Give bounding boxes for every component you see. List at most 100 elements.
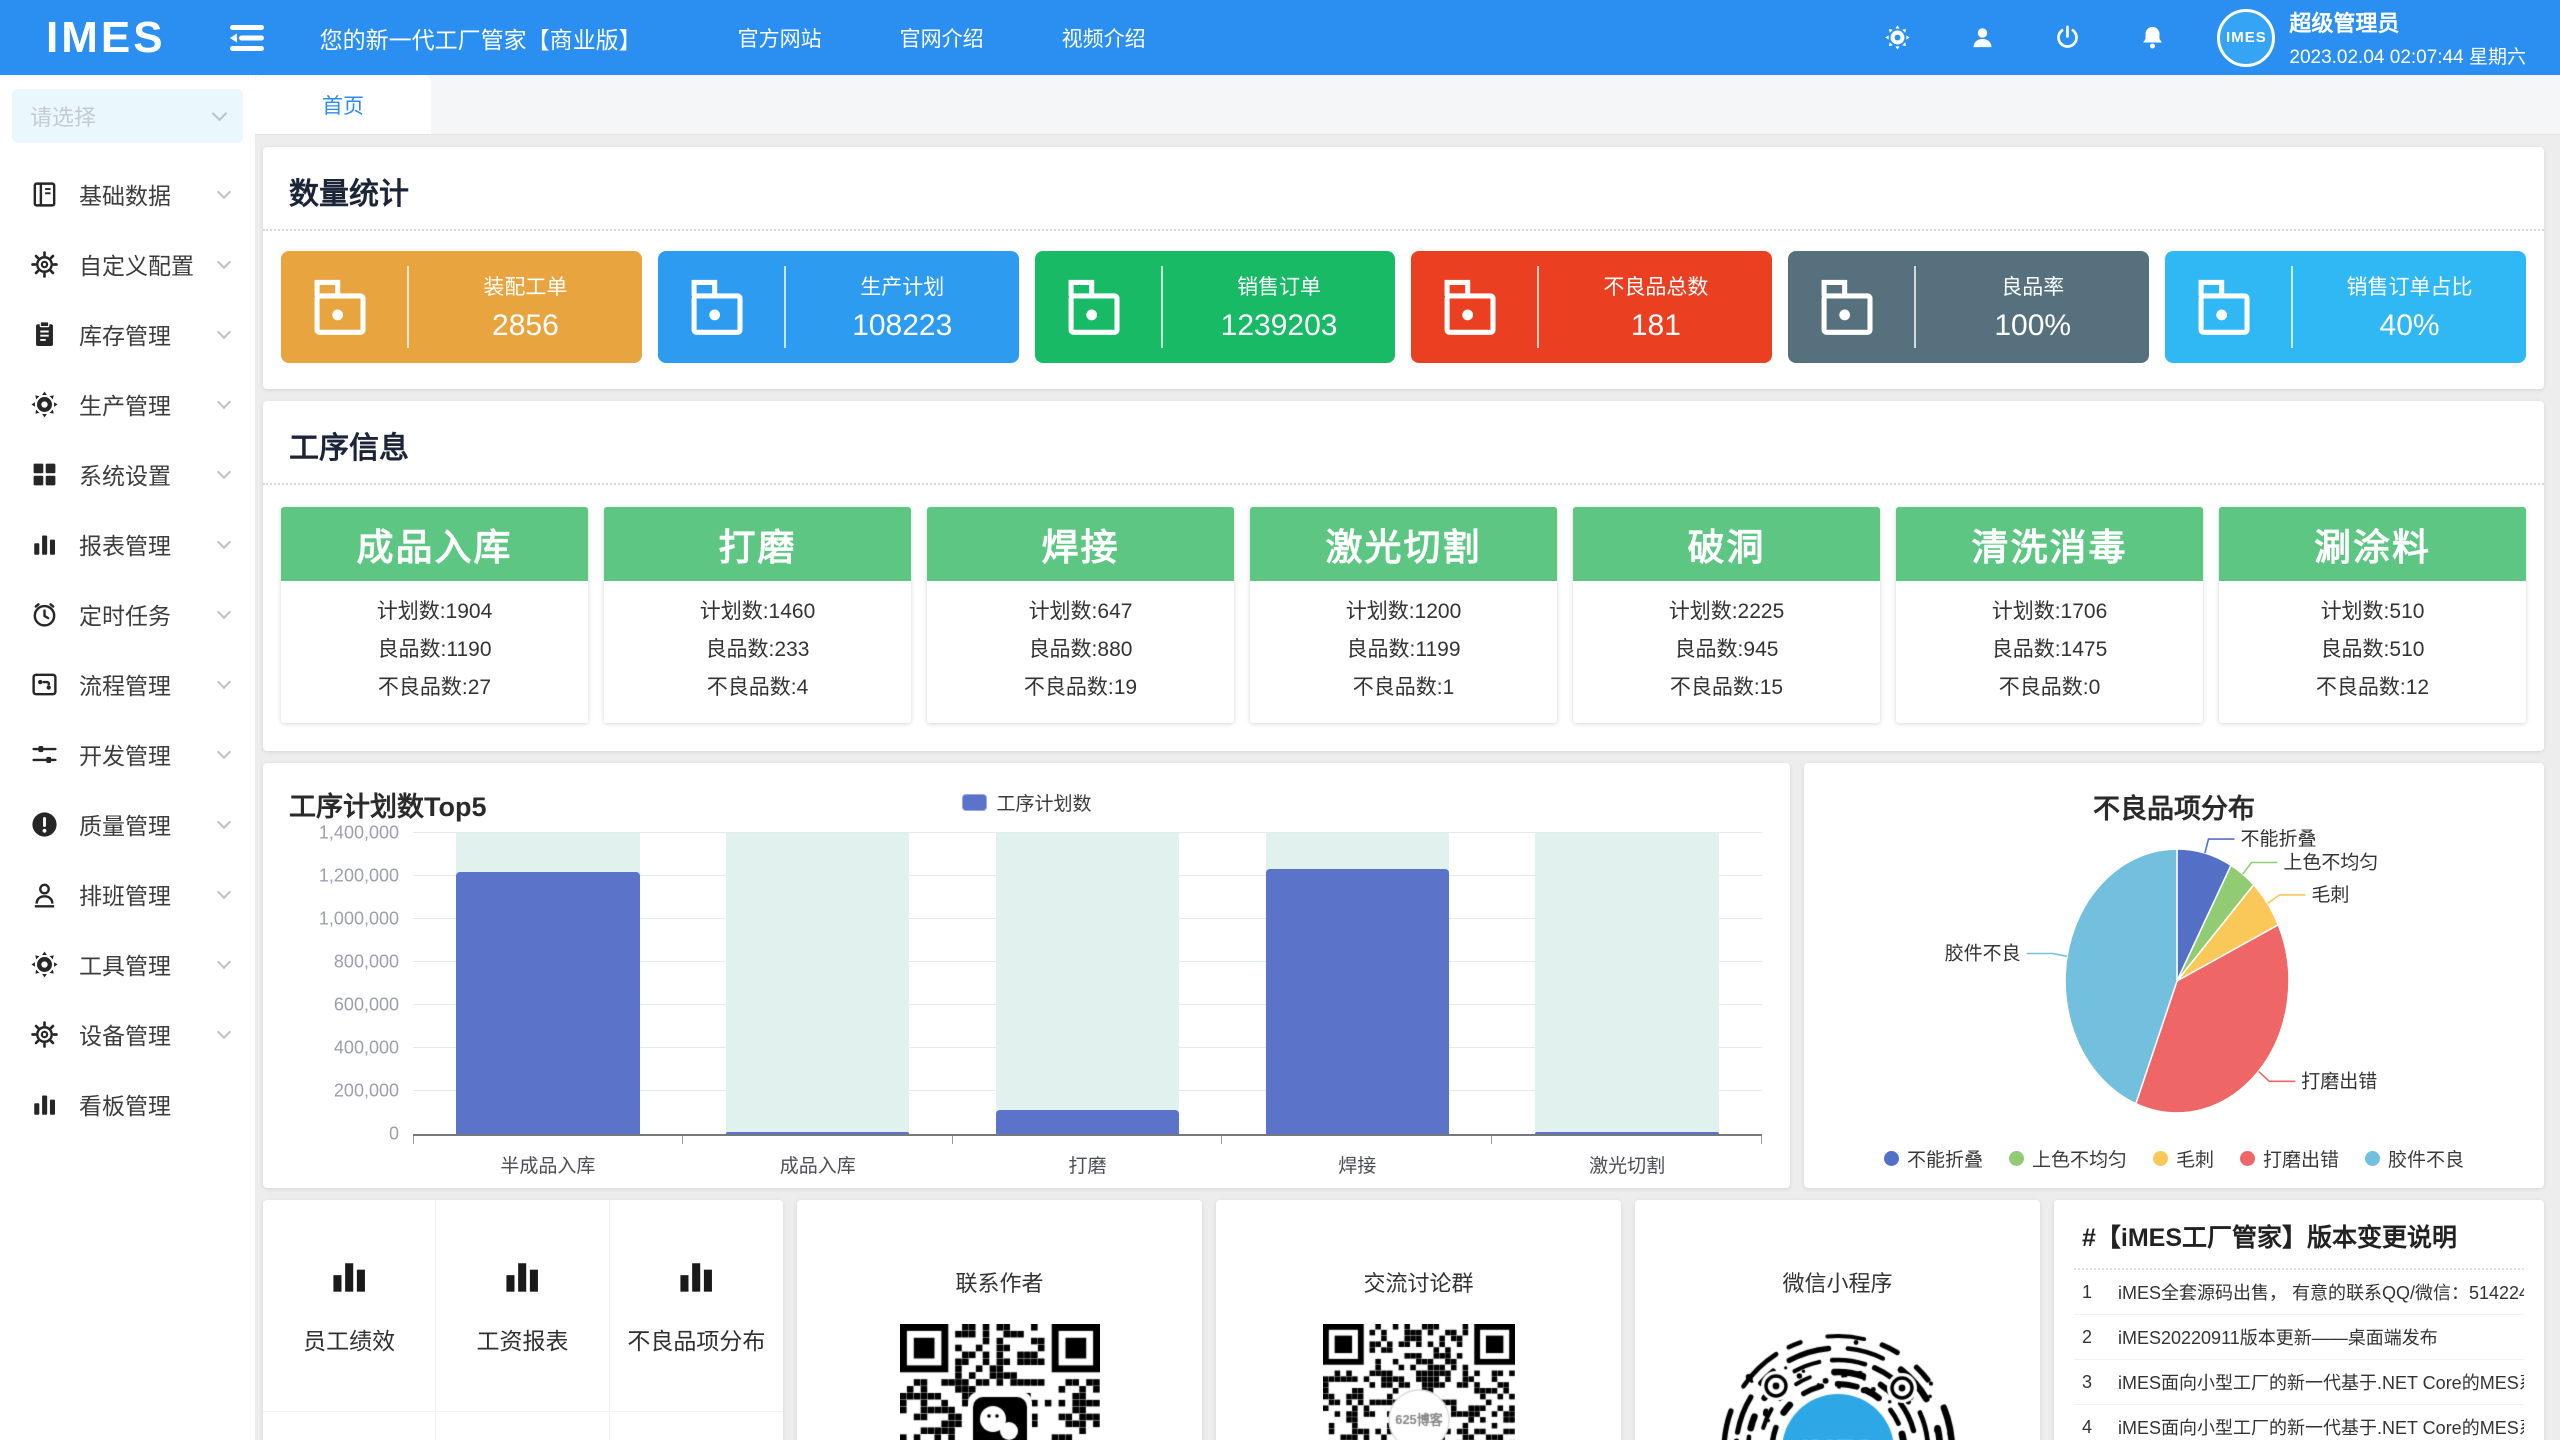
- user-icon[interactable]: [1969, 24, 1996, 51]
- sidebar-item-flow[interactable]: 流程管理: [0, 649, 255, 719]
- app-logo: IMES: [46, 13, 166, 63]
- report-tile-defect-summary[interactable]: 不良品项汇总: [263, 1412, 436, 1440]
- bar-chart-icon: [30, 1090, 59, 1119]
- process-bad: 不良品数:15: [1573, 669, 1880, 707]
- sidebar-item-quality[interactable]: 质量管理: [0, 789, 255, 859]
- x-axis-label: 半成品入库: [413, 1151, 683, 1178]
- stat-card-defect-total[interactable]: 不良品总数 181: [1411, 251, 1772, 363]
- pie-legend-item-2[interactable]: 毛刺: [2153, 1145, 2214, 1172]
- avatar[interactable]: IMES: [2217, 9, 2275, 67]
- process-cards: 成品入库 计划数:1904 良品数:1190 不良品数:27 打磨 计划数:14…: [263, 485, 2544, 751]
- current-datetime: 2023.02.04 02:07:44 星期六: [2289, 42, 2526, 69]
- gear-outline-icon: [30, 250, 59, 279]
- sidebar-item-board[interactable]: 看板管理: [0, 1069, 255, 1139]
- stat-card-sales-order-ratio[interactable]: 销售订单占比 40%: [2165, 251, 2526, 363]
- process-name: 打磨: [604, 507, 911, 581]
- stat-value: 40%: [2293, 309, 2526, 343]
- charts-row: 工序计划数Top5 工序计划数 0200,000400,000600,00080…: [263, 763, 2544, 1188]
- pie-legend-item-4[interactable]: 胶件不良: [2365, 1145, 2464, 1172]
- stat-cards: 装配工单 2856 生产计划 108223 销售订单 1239203: [263, 231, 2544, 389]
- report-tile-defect-distribution[interactable]: 不良品项分布: [610, 1200, 783, 1412]
- process-name: 涮涂料: [2219, 507, 2526, 581]
- process-card-6: 涮涂料 计划数:510 良品数:510 不良品数:12: [2219, 507, 2526, 723]
- chevron-down-icon: [217, 605, 231, 619]
- settings-icon[interactable]: [1884, 24, 1911, 51]
- section-processes: 工序信息 成品入库 计划数:1904 良品数:1190 不良品数:27 打磨 计…: [263, 401, 2544, 751]
- power-icon[interactable]: [2054, 24, 2081, 51]
- tab-home[interactable]: 首页: [255, 75, 431, 134]
- bar-chart-title: 工序计划数Top5: [289, 785, 487, 824]
- stat-label: 不良品总数: [1539, 271, 1772, 301]
- pie-legend-item-0[interactable]: 不能折叠: [1884, 1145, 1983, 1172]
- sidebar-item-inventory[interactable]: 库存管理: [0, 299, 255, 369]
- process-bad: 不良品数:27: [281, 669, 588, 707]
- sidebar-item-timed-task[interactable]: 定时任务: [0, 579, 255, 649]
- report-tile-output-statistics[interactable]: 产量统计: [610, 1412, 783, 1440]
- process-plan: 计划数:2225: [1573, 593, 1880, 631]
- sidebar-item-tool[interactable]: 工具管理: [0, 929, 255, 999]
- process-bad: 不良品数:0: [1896, 669, 2203, 707]
- bell-icon[interactable]: [2139, 24, 2166, 51]
- nav-site-intro[interactable]: 官网介绍: [900, 23, 984, 53]
- folder-icon: [1411, 269, 1537, 345]
- sidebar-item-system[interactable]: 系统设置: [0, 439, 255, 509]
- pie-label-line: [2259, 1071, 2296, 1081]
- bar-3: [1266, 869, 1449, 1134]
- sidebar-item-custom-config[interactable]: 自定义配置: [0, 229, 255, 299]
- app-title: 您的新一代工厂管家【商业版】: [320, 21, 642, 55]
- section-title-stats: 数量统计: [263, 147, 2544, 229]
- user-meta: 超级管理员 2023.02.04 02:07:44 星期六: [2289, 6, 2526, 69]
- process-card-5: 清洗消毒 计划数:1706 良品数:1475 不良品数:0: [1896, 507, 2203, 723]
- bar-2: [996, 1110, 1179, 1134]
- bar-1: [726, 1132, 909, 1134]
- process-card-4: 破洞 计划数:2225 良品数:945 不良品数:15: [1573, 507, 1880, 723]
- pie-label-line: [2268, 895, 2306, 904]
- stat-card-production-plan[interactable]: 生产计划 108223: [658, 251, 1019, 363]
- folder-icon: [658, 269, 784, 345]
- nav-official-site[interactable]: 官方网站: [738, 23, 822, 53]
- sidebar-item-shift[interactable]: 排班管理: [0, 859, 255, 929]
- stat-card-assembly-order[interactable]: 装配工单 2856: [281, 251, 642, 363]
- report-tile-production-report[interactable]: 生产报表: [436, 1412, 609, 1440]
- sidebar-item-base-data[interactable]: 基础数据: [0, 159, 255, 229]
- pie-legend-item-1[interactable]: 上色不均匀: [2009, 1145, 2127, 1172]
- x-axis-label: 成品入库: [683, 1151, 953, 1178]
- version-row: 3 iMES面向小型工厂的新一代基于.NET Core的MES系统__移动端: [2074, 1360, 2524, 1405]
- top-nav: 官方网站 官网介绍 视频介绍: [738, 23, 1146, 53]
- sidebar-item-dev[interactable]: 开发管理: [0, 719, 255, 789]
- sidebar-select[interactable]: 请选择: [12, 89, 243, 143]
- qr-card-miniprogram: 微信小程序: [1635, 1200, 2040, 1440]
- bar-4: [1535, 1132, 1718, 1134]
- report-tile-salary-report[interactable]: 工资报表: [436, 1200, 609, 1412]
- qr-card-group: 交流讨论群 群名称:625博客群 号:200884004: [1216, 1200, 1621, 1440]
- process-card-3: 激光切割 计划数:1200 良品数:1199 不良品数:1: [1250, 507, 1557, 723]
- report-tile-employee-performance[interactable]: 员工绩效: [263, 1200, 436, 1412]
- bar-chart-legend[interactable]: 工序计划数: [961, 789, 1091, 816]
- cog-icon: [30, 390, 59, 419]
- book-icon: [30, 180, 59, 209]
- report-shortcuts: 员工绩效 工资报表 不良品项分布 不良品项汇总 生产报表 产量统计: [263, 1200, 783, 1440]
- stat-value: 2856: [409, 309, 642, 343]
- process-card-1: 打磨 计划数:1460 良品数:233 不良品数:4: [604, 507, 911, 723]
- stat-card-yield-rate[interactable]: 良品率 100%: [1788, 251, 2149, 363]
- pie-legend-item-3[interactable]: 打磨出错: [2240, 1145, 2339, 1172]
- select-placeholder: 请选择: [30, 100, 214, 132]
- stat-card-sales-order[interactable]: 销售订单 1239203: [1035, 251, 1396, 363]
- sidebar-item-production[interactable]: 生产管理: [0, 369, 255, 439]
- sidebar-item-equipment[interactable]: 设备管理: [0, 999, 255, 1069]
- process-name: 成品入库: [281, 507, 588, 581]
- sidebar-item-report[interactable]: 报表管理: [0, 509, 255, 579]
- clipboard-icon: [30, 320, 59, 349]
- process-name: 焊接: [927, 507, 1234, 581]
- menu-toggle-icon[interactable]: [230, 23, 264, 53]
- bottom-row: 员工绩效 工资报表 不良品项分布 不良品项汇总 生产报表 产量统计 联系作者 扫…: [263, 1200, 2544, 1440]
- y-axis-label: 1,200,000: [319, 866, 399, 887]
- qr-contact-title: 联系作者: [797, 1266, 1202, 1298]
- folder-icon: [2165, 269, 2291, 345]
- stat-label: 销售订单: [1163, 271, 1396, 301]
- top-header: IMES 您的新一代工厂管家【商业版】 官方网站 官网介绍 视频介绍 IMES 超级…: [0, 0, 2560, 75]
- process-good: 良品数:233: [604, 631, 911, 669]
- pie-chart-card: 不良品项分布 不能折叠上色不均匀毛刺打磨出错胶件不良 不能折叠 上色不均匀 毛刺…: [1804, 763, 2544, 1188]
- bar-chart-icon: [327, 1255, 371, 1304]
- nav-video-intro[interactable]: 视频介绍: [1062, 23, 1146, 53]
